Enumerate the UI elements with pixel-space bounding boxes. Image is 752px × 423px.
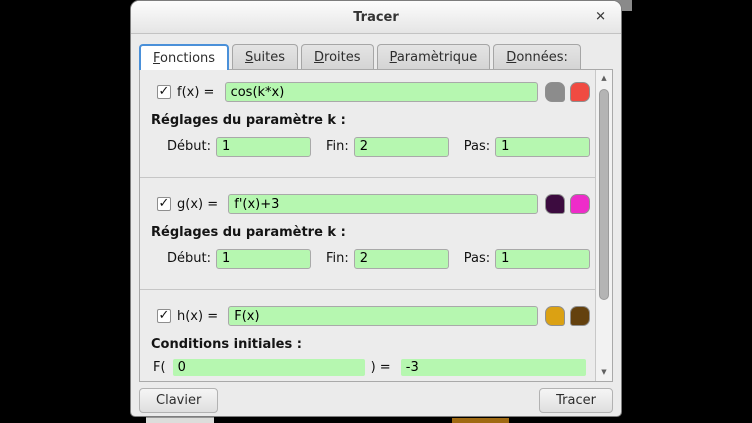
tracer-dialog: Tracer ✕ Fonctions Suites Droites Paramè…: [130, 0, 622, 417]
tab-donnees[interactable]: Données:: [493, 44, 581, 69]
plot-button[interactable]: Tracer: [539, 388, 613, 413]
step-input-f[interactable]: [495, 137, 590, 157]
color-swatch-h-secondary[interactable]: [570, 306, 590, 326]
functions-scroll-area: ✓ f(x) = Réglages du paramètre k : Début…: [140, 70, 595, 381]
function-row-f: ✓ f(x) =: [149, 81, 590, 103]
tab-label: Paramètrique: [390, 50, 478, 65]
tab-suites[interactable]: Suites: [232, 44, 298, 69]
keyboard-button[interactable]: Clavier: [139, 388, 218, 413]
end-label: Fin:: [326, 251, 349, 266]
function-checkbox-g[interactable]: ✓: [157, 197, 171, 211]
initial-conditions-label: Conditions initiales :: [151, 337, 590, 352]
tab-label: Suites: [245, 50, 285, 65]
window-title: Tracer: [353, 10, 399, 25]
color-swatch-f-secondary[interactable]: [570, 82, 590, 102]
parameter-row-g: Début: Fin: Pas:: [167, 248, 590, 269]
end-input-g[interactable]: [354, 249, 449, 269]
step-input-g[interactable]: [495, 249, 590, 269]
function-row-g: ✓ g(x) =: [149, 193, 590, 215]
tab-label: Fonctions: [153, 51, 215, 66]
function-expression-input-h[interactable]: [228, 306, 538, 326]
initial-argument-input[interactable]: [173, 359, 365, 376]
parameter-settings-label-g: Réglages du paramètre k :: [151, 225, 590, 240]
function-expression-input-f[interactable]: [225, 82, 538, 102]
close-icon[interactable]: ✕: [595, 11, 606, 24]
function-label-g: g(x) =: [177, 197, 222, 212]
parameter-settings-label-f: Réglages du paramètre k :: [151, 113, 590, 128]
function-row-h: ✓ h(x) =: [149, 305, 590, 327]
function-checkbox-h[interactable]: ✓: [157, 309, 171, 323]
scroll-down-icon[interactable]: ▼: [596, 369, 612, 376]
tab-parametrique[interactable]: Paramètrique: [377, 44, 491, 69]
scroll-up-icon[interactable]: ▲: [596, 75, 612, 82]
tab-bar: Fonctions Suites Droites Paramètrique Do…: [139, 44, 613, 69]
function-expression-input-g[interactable]: [228, 194, 538, 214]
start-input-g[interactable]: [216, 249, 311, 269]
function-label-f: f(x) =: [177, 85, 219, 100]
color-swatch-g-secondary[interactable]: [570, 194, 590, 214]
separator: [140, 177, 595, 178]
tab-label: Données:: [506, 50, 568, 65]
initial-open-label: F(: [153, 360, 166, 375]
separator: [140, 289, 595, 290]
color-swatch-f-primary[interactable]: [545, 82, 565, 102]
tab-fonctions[interactable]: Fonctions: [139, 44, 229, 70]
start-label: Début:: [167, 251, 211, 266]
start-label: Début:: [167, 139, 211, 154]
dialog-footer: Clavier Tracer: [131, 382, 621, 419]
parameter-row-f: Début: Fin: Pas:: [167, 136, 590, 157]
end-input-f[interactable]: [354, 137, 449, 157]
vertical-scrollbar[interactable]: ▲ ▼: [595, 70, 612, 381]
step-label: Pas:: [464, 251, 490, 266]
end-label: Fin:: [326, 139, 349, 154]
titlebar: Tracer ✕: [131, 1, 621, 34]
step-label: Pas:: [464, 139, 490, 154]
start-input-f[interactable]: [216, 137, 311, 157]
tab-label: Droites: [314, 50, 361, 65]
color-swatch-g-primary[interactable]: [545, 194, 565, 214]
scrollbar-thumb[interactable]: [599, 89, 609, 300]
initial-conditions-row: F( ) =: [149, 358, 590, 376]
desktop-background: Tracer ✕ Fonctions Suites Droites Paramè…: [0, 0, 752, 423]
initial-value-input[interactable]: [401, 359, 586, 376]
color-swatch-h-primary[interactable]: [545, 306, 565, 326]
tab-droites[interactable]: Droites: [301, 44, 374, 69]
initial-equals-label: ) =: [371, 360, 395, 375]
functions-panel: ✓ f(x) = Réglages du paramètre k : Début…: [139, 69, 613, 382]
function-checkbox-f[interactable]: ✓: [157, 85, 171, 99]
function-label-h: h(x) =: [177, 309, 222, 324]
